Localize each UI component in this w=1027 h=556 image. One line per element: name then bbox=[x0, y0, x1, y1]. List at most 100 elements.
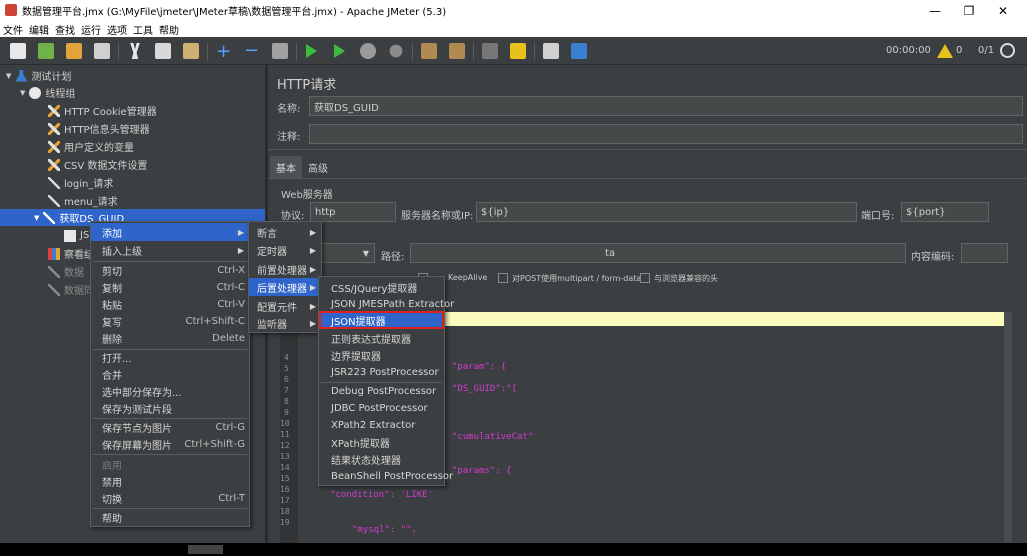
tree-node-header-manager[interactable]: HTTP信息头管理器 bbox=[48, 120, 150, 137]
submenu-timers[interactable]: 定时器 ▶ bbox=[249, 241, 321, 259]
submenu-pre-processors[interactable]: 前置处理器 ▶ bbox=[249, 260, 321, 278]
copy-icon[interactable] bbox=[155, 43, 171, 59]
item-regex-extractor[interactable]: 正则表达式提取器 bbox=[319, 329, 444, 347]
toggle-icon[interactable] bbox=[272, 43, 288, 59]
menu-item-insert-parent[interactable]: 插入上级 ▶ bbox=[91, 241, 249, 259]
item-boundary-extractor[interactable]: 边界提取器 bbox=[319, 346, 444, 364]
tab-basic[interactable]: 基本 bbox=[270, 156, 302, 178]
menu-item-save-node-image[interactable]: 保存节点为图片 Ctrl-G bbox=[91, 418, 249, 436]
menu-item-save-selection[interactable]: 选中部分保存为... bbox=[91, 382, 249, 400]
name-field[interactable]: 获取DS_GUID bbox=[309, 96, 1023, 116]
item-xpath2-extractor[interactable]: XPath2 Extractor bbox=[319, 416, 444, 434]
tree-node-csv-config[interactable]: CSV 数据文件设置 bbox=[48, 156, 147, 173]
browser-headers-checkbox[interactable] bbox=[640, 273, 650, 283]
parameters-header-bar[interactable] bbox=[444, 312, 1004, 326]
menu-item-merge[interactable]: 合并 bbox=[91, 365, 249, 383]
menu-item-paste[interactable]: 粘贴 Ctrl-V bbox=[91, 295, 249, 313]
scroll-thumb[interactable] bbox=[188, 545, 223, 554]
open-icon[interactable] bbox=[66, 43, 82, 59]
menu-item-copy[interactable]: 复制 Ctrl-C bbox=[91, 278, 249, 296]
tree-node-menu-request[interactable]: menu_请求 bbox=[48, 192, 118, 209]
submenu-config-elements[interactable]: 配置元件 ▶ bbox=[249, 297, 321, 315]
item-json-extractor[interactable]: JSON提取器 bbox=[319, 311, 444, 329]
port-field[interactable]: ${port} bbox=[901, 202, 989, 222]
item-result-status-handler[interactable]: 结果状态处理器 bbox=[319, 450, 444, 468]
menu-file[interactable]: 文件 bbox=[0, 22, 26, 37]
body-scrollbar[interactable] bbox=[1004, 312, 1012, 543]
stop-icon[interactable] bbox=[360, 43, 376, 59]
protocol-field[interactable]: http bbox=[310, 202, 396, 222]
multipart-checkbox[interactable] bbox=[498, 273, 508, 283]
tab-advanced[interactable]: 高级 bbox=[304, 156, 332, 178]
wrench-icon bbox=[48, 158, 60, 171]
menu-item-toggle[interactable]: 切换 Ctrl-T bbox=[91, 489, 249, 507]
warning-icon[interactable] bbox=[937, 44, 953, 58]
menu-item-open[interactable]: 打开... bbox=[91, 348, 249, 366]
shutdown-icon[interactable] bbox=[389, 44, 403, 58]
templates-icon[interactable] bbox=[38, 43, 54, 59]
menu-options[interactable]: 选项 bbox=[104, 22, 130, 37]
menu-item-disable[interactable]: 禁用 bbox=[91, 472, 249, 490]
item-beanshell-postprocessor[interactable]: BeanShell PostProcessor bbox=[319, 467, 453, 485]
splitter-handle[interactable] bbox=[268, 149, 1027, 153]
clear-icon[interactable] bbox=[421, 43, 437, 59]
menu-item-save-fragment[interactable]: 保存为测试片段 bbox=[91, 399, 249, 417]
elapsed-time: 00:00:00 bbox=[886, 45, 931, 56]
menu-item-cut[interactable]: 剪切 Ctrl-X bbox=[91, 261, 249, 279]
submenu-listeners[interactable]: 监听器 ▶ bbox=[249, 314, 321, 332]
tree-node-disabled-1[interactable]: 数据 bbox=[48, 263, 84, 280]
item-xpath-extractor[interactable]: XPath提取器 bbox=[319, 433, 444, 451]
encoding-field[interactable] bbox=[961, 243, 1008, 263]
function-helper-icon[interactable] bbox=[543, 43, 559, 59]
new-icon[interactable] bbox=[10, 43, 26, 59]
path-field[interactable]: ta bbox=[410, 243, 906, 263]
comment-field[interactable] bbox=[309, 124, 1023, 144]
start-icon[interactable] bbox=[306, 44, 317, 58]
tree-label: menu_请求 bbox=[64, 197, 118, 208]
tree-node-view-results[interactable]: 察看结 bbox=[48, 245, 94, 262]
menu-item-duplicate[interactable]: 复写 Ctrl+Shift-C bbox=[91, 312, 249, 330]
expand-icon[interactable]: + bbox=[216, 41, 231, 62]
server-field[interactable]: ${ip} bbox=[476, 202, 857, 222]
reset-search-icon[interactable] bbox=[510, 43, 526, 59]
collapse-icon[interactable]: − bbox=[244, 40, 259, 61]
menu-edit[interactable]: 编辑 bbox=[26, 22, 52, 37]
chevron-right-icon: ▶ bbox=[309, 318, 316, 328]
tree-node-user-variables[interactable]: 用户定义的变量 bbox=[48, 138, 134, 155]
item-jdbc-postprocessor[interactable]: JDBC PostProcessor bbox=[319, 399, 444, 417]
start-no-pauses-icon[interactable] bbox=[334, 44, 345, 58]
remote-globe-icon[interactable] bbox=[1000, 43, 1015, 58]
menu-tools[interactable]: 工具 bbox=[130, 22, 156, 37]
menu-item-delete[interactable]: 删除 Delete bbox=[91, 329, 249, 347]
submenu-post-processors[interactable]: 后置处理器 ▶ bbox=[249, 278, 321, 296]
menu-item-save-screen-image[interactable]: 保存屏幕为图片 Ctrl+Shift-G bbox=[91, 435, 249, 453]
cut-icon[interactable] bbox=[130, 43, 140, 59]
line-number: 10 bbox=[280, 419, 290, 428]
tree-node-disabled-2[interactable]: 数据同 bbox=[48, 281, 94, 298]
clear-all-icon[interactable] bbox=[449, 43, 465, 59]
method-dropdown[interactable]: ▼ bbox=[320, 243, 375, 263]
tree-node-json-child[interactable]: JS bbox=[64, 227, 89, 244]
paste-icon[interactable] bbox=[183, 43, 199, 59]
menu-help[interactable]: 帮助 bbox=[156, 22, 182, 37]
close-button[interactable]: ✕ bbox=[986, 0, 1020, 21]
tree-node-login-request[interactable]: login_请求 bbox=[48, 174, 113, 191]
tree-node-test-plan[interactable]: ▼ 测试计划 bbox=[6, 67, 71, 84]
search-icon[interactable] bbox=[482, 43, 498, 59]
help-icon[interactable] bbox=[571, 43, 587, 59]
item-jsr223-postprocessor[interactable]: JSR223 PostProcessor bbox=[319, 363, 444, 381]
tree-label: CSV 数据文件设置 bbox=[64, 161, 148, 172]
menu-item-add[interactable]: 添加 ▶ bbox=[91, 223, 249, 241]
menu-run[interactable]: 运行 bbox=[78, 22, 104, 37]
tree-node-cookie-manager[interactable]: HTTP Cookie管理器 bbox=[48, 102, 157, 119]
item-debug-postprocessor[interactable]: Debug PostProcessor bbox=[319, 382, 444, 400]
line-number: 5 bbox=[284, 364, 289, 373]
maximize-button[interactable]: ❐ bbox=[952, 0, 986, 21]
submenu-assertions[interactable]: 断言 ▶ bbox=[249, 223, 321, 241]
menu-item-help[interactable]: 帮助 bbox=[91, 508, 249, 526]
menu-search[interactable]: 查找 bbox=[52, 22, 78, 37]
minimize-button[interactable]: — bbox=[918, 0, 952, 21]
tree-node-thread-group[interactable]: ▼ 线程组 bbox=[20, 84, 75, 101]
item-css-jquery-extractor[interactable]: CSS/JQuery提取器 bbox=[319, 278, 444, 296]
save-icon[interactable] bbox=[94, 43, 110, 59]
